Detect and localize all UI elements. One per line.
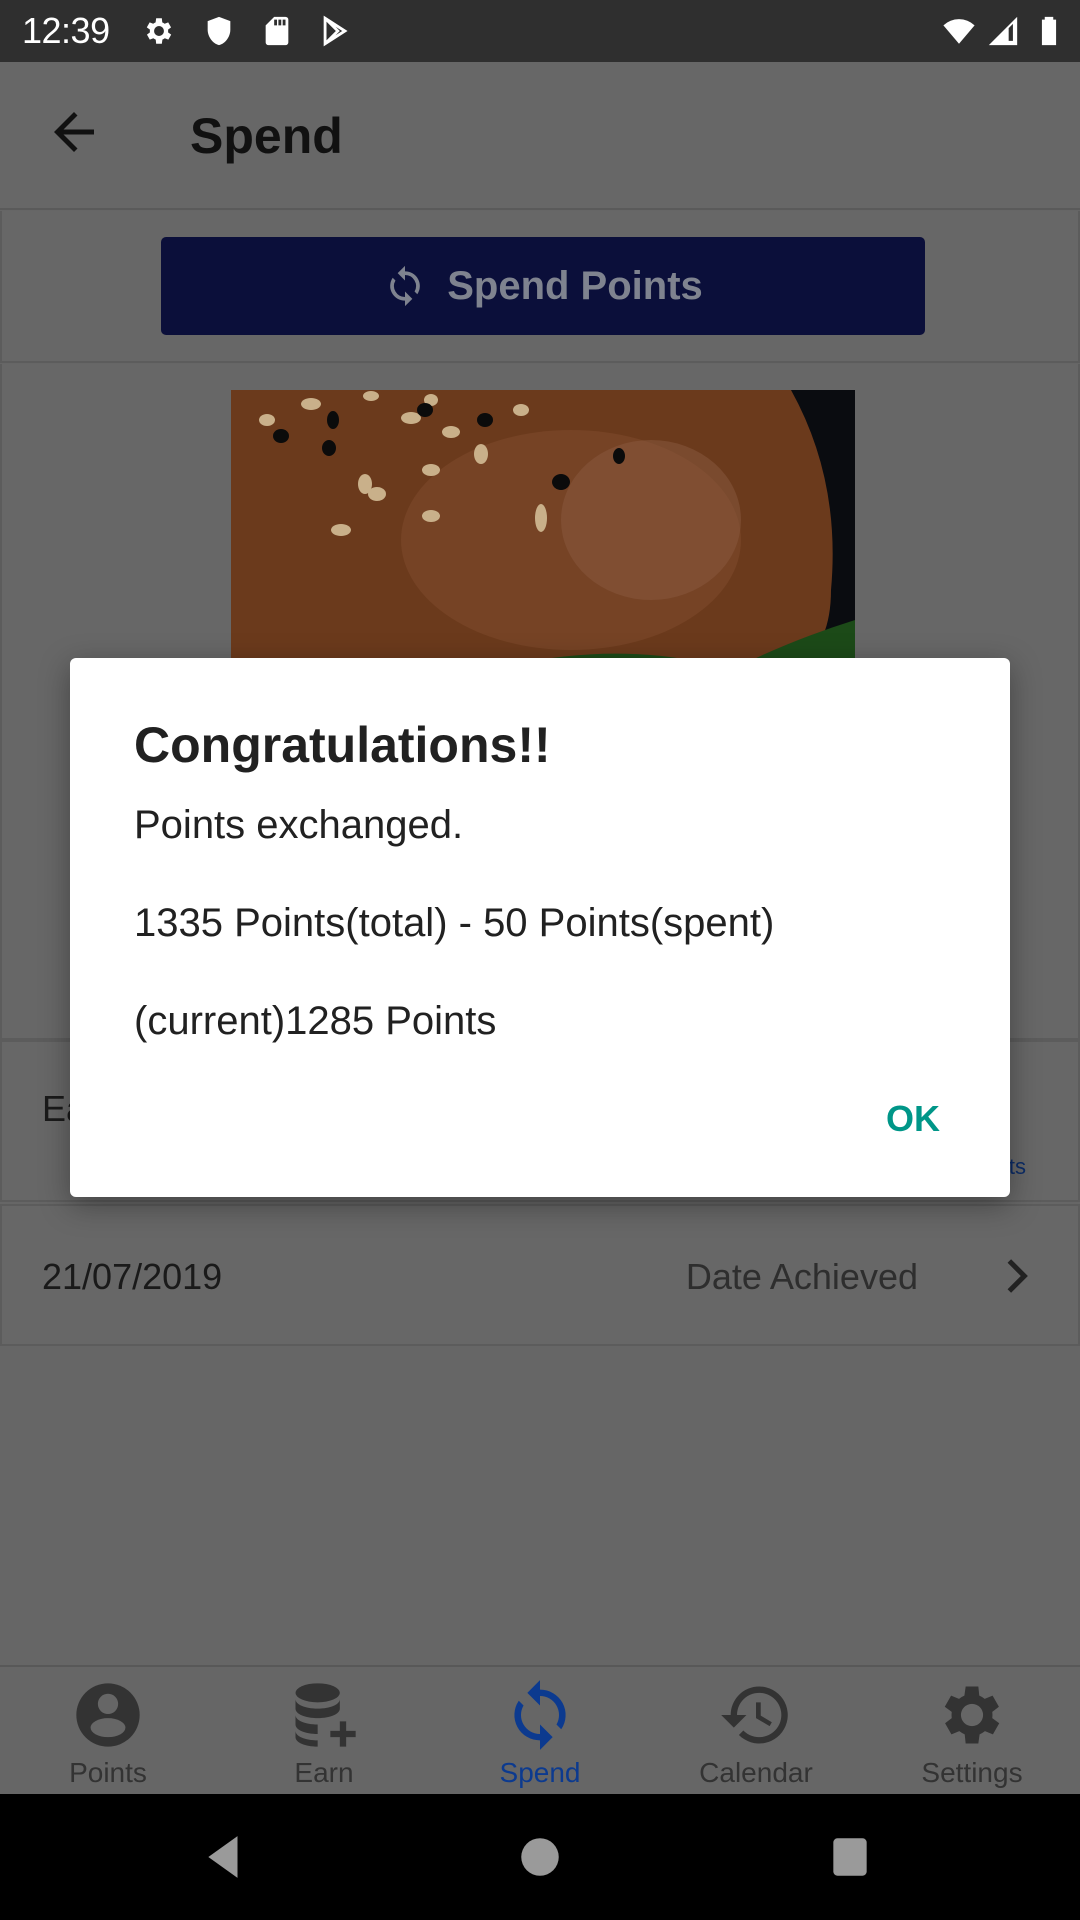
status-bar: 12:39 [0, 0, 1080, 62]
spend-points-label: Spend Points [447, 263, 703, 308]
dialog-message-calculation: 1335 Points(total) - 50 Points(spent) [134, 901, 775, 945]
gear-icon [146, 18, 172, 44]
sd-card-icon [265, 16, 289, 46]
nav-item-calendar[interactable]: Calendar [648, 1667, 864, 1794]
database-plus-icon [295, 1683, 356, 1747]
page-title: Spend [190, 108, 343, 164]
signal-icon [988, 16, 1018, 46]
nav-item-settings[interactable]: Settings [864, 1667, 1080, 1794]
nav-item-spend[interactable]: Spend [432, 1667, 648, 1794]
system-back-icon[interactable] [200, 1832, 250, 1882]
earn-row-link[interactable]: ts [1009, 1154, 1026, 1180]
dialog-message-current: (current)1285 Points [134, 999, 497, 1043]
nav-label-calendar: Calendar [699, 1757, 813, 1788]
sync-icon [514, 1680, 566, 1750]
dialog-message-exchanged: Points exchanged. [134, 803, 464, 847]
date-achieved-label: Date Achieved [685, 1256, 918, 1297]
app-bar: Spend [0, 62, 1080, 210]
ok-button[interactable]: OK [874, 1090, 952, 1148]
nav-item-earn[interactable]: Earn [216, 1667, 432, 1794]
nav-label-earn: Earn [294, 1757, 354, 1788]
gear-icon [944, 1686, 1000, 1744]
date-achieved-row[interactable]: 21/07/2019 Date Achieved [0, 1204, 1080, 1346]
chevron-right-icon[interactable] [996, 1250, 1036, 1302]
wifi-icon [943, 19, 975, 44]
play-store-icon [323, 15, 348, 47]
dialog-title: Congratulations!! [134, 717, 551, 773]
system-home-icon[interactable] [515, 1832, 565, 1882]
nav-label-settings: Settings [921, 1757, 1023, 1788]
shield-icon [207, 16, 231, 46]
spend-points-button[interactable]: Spend Points [161, 237, 925, 335]
date-value: 21/07/2019 [42, 1256, 223, 1297]
nav-label-points: Points [69, 1757, 147, 1788]
sync-icon [390, 265, 421, 307]
status-time: 12:39 [22, 10, 110, 51]
spend-button-area: Spend Points [0, 211, 1080, 363]
nav-label-spend: Spend [499, 1757, 581, 1788]
history-icon [721, 1686, 788, 1744]
system-recents-icon[interactable] [825, 1832, 875, 1882]
bottom-nav: Points Earn Spend Calendar Settings [0, 1665, 1080, 1794]
back-arrow-icon[interactable] [44, 102, 104, 162]
congratulations-dialog: Congratulations!! Points exchanged. 1335… [70, 658, 1010, 1197]
battery-icon [1041, 16, 1057, 46]
account-circle-icon [76, 1683, 140, 1747]
nav-item-points[interactable]: Points [0, 1667, 216, 1794]
system-nav-bar [0, 1794, 1080, 1920]
